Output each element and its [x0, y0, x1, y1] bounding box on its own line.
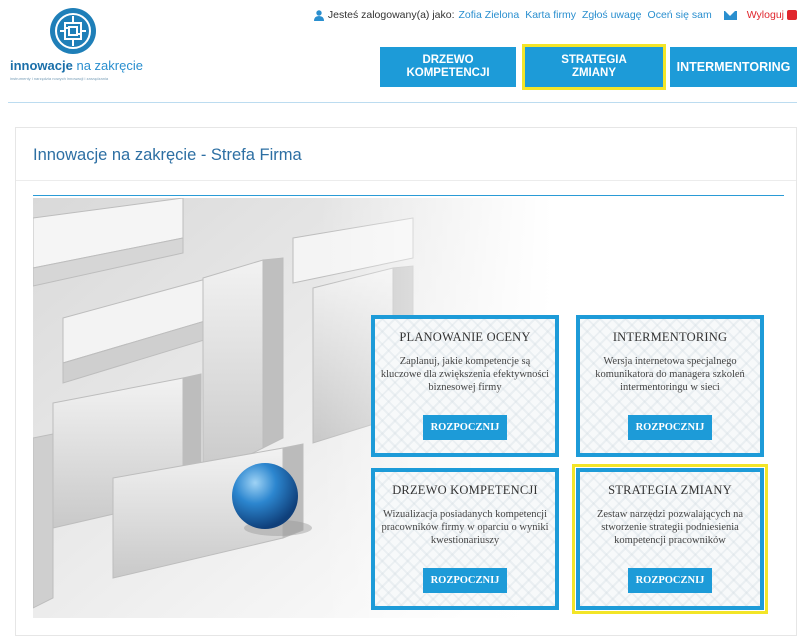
self-assess-link[interactable]: Oceń się sam [648, 9, 712, 21]
user-name-link[interactable]: Zofia Zielona [459, 9, 520, 21]
card-drzewo-kompetencji: DRZEWO KOMPETENCJI Wizualizacja posiadan… [371, 468, 559, 610]
panel-accent-divider [33, 195, 784, 196]
card-planowanie-oceny: PLANOWANIE OCENY Zaplanuj, jakie kompete… [371, 315, 559, 457]
header-divider [8, 102, 797, 103]
company-card-link[interactable]: Karta firmy [525, 9, 576, 21]
nav-drzewo-line2: KOMPETENCJI [406, 67, 490, 79]
card-title: INTERMENTORING [612, 330, 728, 344]
nav-drzewo-line1: DRZEWO [422, 54, 474, 66]
card-strategia-zmiany: STRATEGIA ZMIANY Zestaw narzędzi pozwala… [572, 464, 768, 614]
logo[interactable]: innowacje na zakręcie instrumenty i narz… [10, 0, 170, 95]
report-link[interactable]: Zgłoś uwagę [582, 9, 642, 21]
card-title: STRATEGIA ZMIANY [608, 483, 732, 497]
panel-header-divider [16, 180, 796, 181]
card-intermentoring: INTERMENTORING Wersja internetowa specja… [576, 315, 764, 457]
maze-logo-icon [50, 8, 96, 54]
nav-strategia-line2: ZMIANY [571, 67, 617, 79]
start-button[interactable]: ROZPOCZNIJ [423, 568, 507, 593]
person-icon [313, 9, 324, 21]
card-title: PLANOWANIE OCENY [399, 330, 531, 344]
page-title: Innowacje na zakręcie - Strefa Firma [33, 146, 302, 164]
main-panel: Innowacje na zakręcie - Strefa Firma PLA… [15, 127, 797, 636]
brand-tagline: instrumenty i narzędzia nowych innowacji… [10, 76, 109, 81]
nav-strategia-zmiany[interactable]: STRATEGIA ZMIANY [522, 44, 666, 90]
logout-icon[interactable] [787, 10, 797, 20]
card-description: Wersja internetowa specjalnego komunikat… [595, 356, 745, 393]
logged-as-label: Jesteś zalogowany(a) jako: [327, 9, 455, 21]
nav-strategia-line1: STRATEGIA [561, 54, 627, 66]
start-button[interactable]: ROZPOCZNIJ [628, 568, 712, 593]
nav-intermentoring[interactable]: INTERMENTORING [670, 47, 797, 87]
nav-drzewo-kompetencji[interactable]: DRZEWO KOMPETENCJI [380, 47, 516, 87]
card-description: Wizualizacja posiadanych kompetencji pra… [381, 509, 549, 546]
card-description: Zestaw narzędzi pozwalających na stworze… [596, 509, 744, 546]
user-bar: Jesteś zalogowany(a) jako: Zofia Zielona… [313, 9, 797, 21]
start-button[interactable]: ROZPOCZNIJ [628, 415, 712, 440]
mail-icon[interactable] [723, 10, 737, 20]
logout-link[interactable]: Wyloguj [747, 9, 784, 21]
start-button[interactable]: ROZPOCZNIJ [423, 415, 507, 440]
nav-intermentoring-label: INTERMENTORING [676, 59, 791, 74]
brand-name: innowacje na zakręcie [10, 58, 143, 73]
card-description: Zaplanuj, jakie kompetencje są kluczowe … [380, 356, 550, 393]
card-title: DRZEWO KOMPETENCJI [392, 483, 538, 497]
